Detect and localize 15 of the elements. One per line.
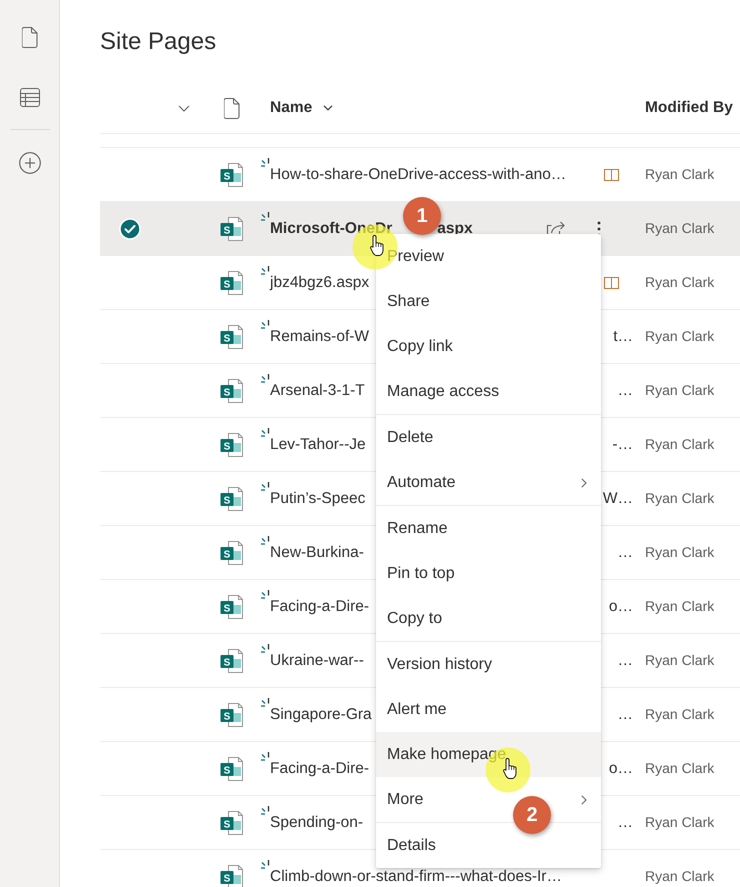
- author-name: Ryan Clark: [645, 652, 714, 668]
- author-name: Ryan Clark: [645, 814, 714, 830]
- author-name: Ryan Clark: [645, 382, 714, 398]
- author-name: Ryan Clark: [645, 760, 714, 776]
- author-name: Ryan Clark: [645, 706, 714, 722]
- author-name: Ryan Clark: [645, 544, 714, 560]
- author-name: Ryan Clark: [645, 436, 714, 452]
- author-name: Ryan Clark: [645, 868, 714, 884]
- author-name: Ryan Clark: [645, 328, 714, 344]
- author-name: Ryan Clark: [645, 166, 714, 182]
- author-name: Ryan Clark: [645, 490, 714, 506]
- author-name: Ryan Clark: [645, 274, 714, 290]
- page-title: Site Pages: [100, 27, 216, 57]
- author-name: Ryan Clark: [645, 598, 714, 614]
- author-name: Ryan Clark: [645, 220, 714, 236]
